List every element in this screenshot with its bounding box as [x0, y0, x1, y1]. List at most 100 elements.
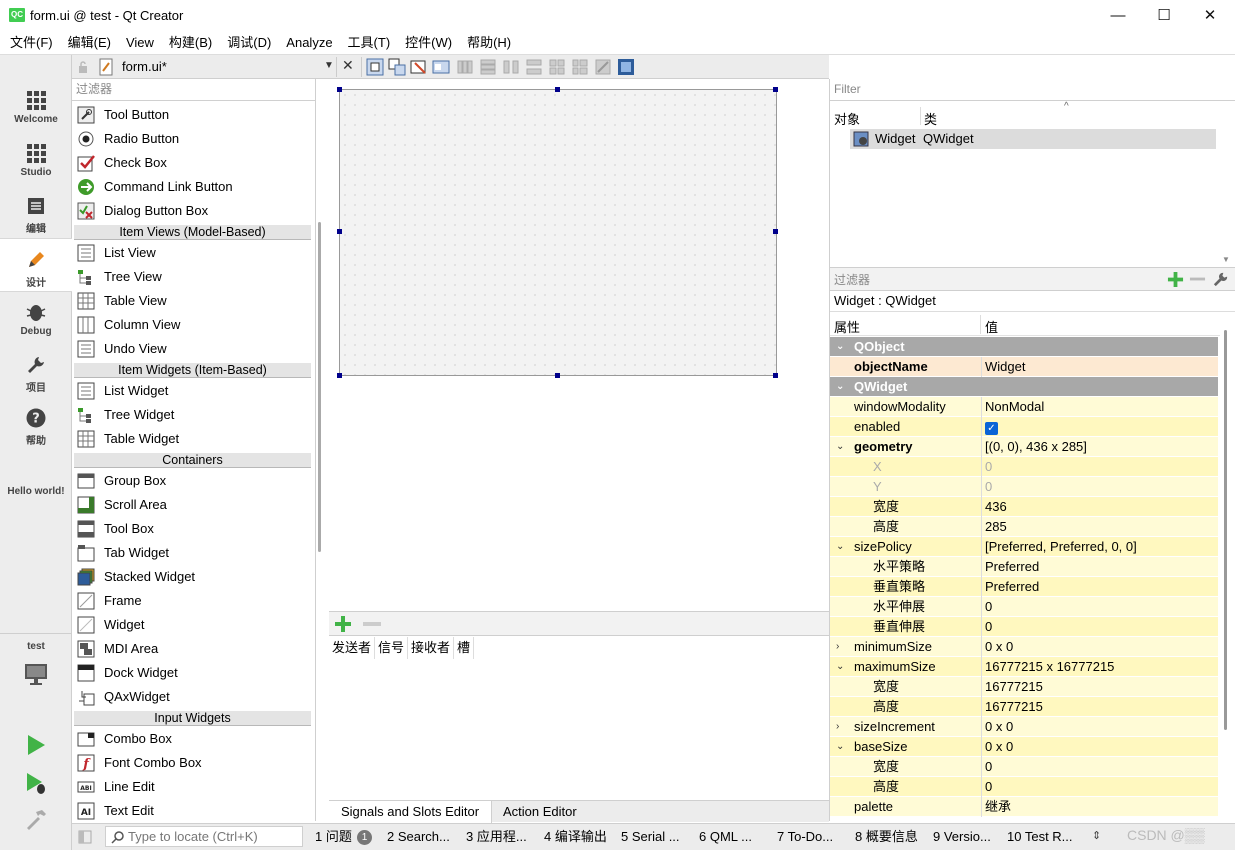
resize-handle[interactable]: [555, 87, 560, 92]
column-slot[interactable]: 槽: [454, 637, 475, 659]
menu-view[interactable]: View: [126, 32, 154, 54]
widget-mdi-area[interactable]: MDI Area: [72, 637, 312, 661]
property-value[interactable]: 0: [981, 477, 1218, 497]
resize-handle[interactable]: [773, 87, 778, 92]
widget-scroll-area[interactable]: Scroll Area: [72, 493, 312, 517]
layout-v-splitter-icon[interactable]: [525, 58, 543, 76]
widget-table-widget[interactable]: Table Widget: [72, 427, 312, 451]
property-row[interactable]: ⌄ sizePolicy [Preferred, Preferred, 0, 0]: [830, 537, 1218, 557]
mode-edit[interactable]: 编辑: [0, 191, 72, 243]
menu-widgets[interactable]: 控件(W): [405, 32, 452, 54]
property-value[interactable]: Preferred: [981, 557, 1218, 577]
menu-build[interactable]: 构建(B): [169, 32, 212, 54]
property-value[interactable]: 0 x 0: [981, 637, 1218, 657]
layout-form-icon[interactable]: [571, 58, 589, 76]
menu-analyze[interactable]: Analyze: [286, 32, 332, 54]
property-row[interactable]: ⌄ geometry [(0, 0), 436 x 285]: [830, 437, 1218, 457]
property-value[interactable]: 0: [981, 597, 1218, 617]
menu-help[interactable]: 帮助(H): [467, 32, 511, 54]
property-row[interactable]: enabled ✓: [830, 417, 1218, 437]
layout-vertical-icon[interactable]: [479, 58, 497, 76]
widget-frame[interactable]: Frame: [72, 589, 312, 613]
widget-group-box[interactable]: Group Box: [72, 469, 312, 493]
widget-font-combo-box[interactable]: f Font Combo Box: [72, 751, 312, 775]
toggle-sidebar-icon[interactable]: [78, 830, 92, 844]
widget-combo-box[interactable]: Combo Box: [72, 727, 312, 751]
chevron-down-icon[interactable]: ▼: [324, 60, 334, 71]
menu-debug[interactable]: 调试(D): [227, 32, 271, 54]
widget-tool-button[interactable]: Tool Button: [72, 103, 312, 127]
widget-radio-button[interactable]: Radio Button: [72, 127, 312, 151]
debug-run-icon[interactable]: [24, 771, 48, 795]
mode-studio[interactable]: Studio: [0, 138, 72, 190]
property-value[interactable]: 0: [981, 617, 1218, 637]
property-row[interactable]: › minimumSize 0 x 0: [830, 637, 1218, 657]
pane-test-results[interactable]: 10 Test R...: [1007, 827, 1073, 847]
property-row[interactable]: Y0: [830, 477, 1218, 497]
close-document-icon[interactable]: ✕: [342, 57, 354, 74]
widget-box-scrollbar[interactable]: [318, 222, 321, 552]
widget-command-link-button[interactable]: Command Link Button: [72, 175, 312, 199]
pane-issues[interactable]: 1 问题: [315, 827, 352, 847]
widget-qaxwidget[interactable]: QAxWidget: [72, 685, 312, 709]
remove-connection-icon[interactable]: [362, 615, 382, 633]
widget-text-edit[interactable]: AI Text Edit: [72, 799, 312, 823]
remove-property-icon[interactable]: [1189, 271, 1206, 288]
tab-action-editor[interactable]: Action Editor: [491, 801, 589, 823]
property-section[interactable]: ⌄ QWidget: [830, 377, 1218, 397]
property-row[interactable]: 宽度 436: [830, 497, 1218, 517]
widget-list-widget[interactable]: List Widget: [72, 379, 312, 403]
edit-widgets-icon[interactable]: [366, 58, 384, 76]
open-file-name[interactable]: form.ui*: [122, 59, 167, 74]
mode-design[interactable]: 设计: [0, 238, 72, 292]
property-row[interactable]: objectName Widget: [830, 357, 1218, 377]
up-down-arrow-icon[interactable]: ⇕: [1092, 829, 1101, 842]
pane-compile-output[interactable]: 4 编译输出: [544, 827, 607, 847]
property-value[interactable]: 16777215: [981, 677, 1218, 697]
property-row[interactable]: 高度 285: [830, 517, 1218, 537]
widget-widget[interactable]: Widget: [72, 613, 312, 637]
property-value[interactable]: [(0, 0), 436 x 285]: [981, 437, 1218, 457]
pane-version-control[interactable]: 9 Versio...: [933, 827, 991, 847]
property-filter-input[interactable]: 过滤器: [834, 271, 870, 288]
object-filter-input[interactable]: Filter: [830, 79, 1235, 101]
widget-column-view[interactable]: Column View: [72, 313, 312, 337]
property-value[interactable]: 0: [981, 757, 1218, 777]
property-row[interactable]: 宽度 16777215: [830, 677, 1218, 697]
object-inspector-scrollbar[interactable]: ▼: [1218, 105, 1233, 265]
category-item-widgets[interactable]: Item Widgets (Item-Based): [74, 362, 311, 378]
category-input-widgets[interactable]: Input Widgets: [74, 710, 311, 726]
widget-check-box[interactable]: Check Box: [72, 151, 312, 175]
menu-tools[interactable]: 工具(T): [348, 32, 391, 54]
widget-tree-view[interactable]: Tree View: [72, 265, 312, 289]
property-row[interactable]: windowModality NonModal: [830, 397, 1218, 417]
property-value[interactable]: 继承: [981, 797, 1218, 817]
property-row[interactable]: 宽度 0: [830, 757, 1218, 777]
property-value[interactable]: 285: [981, 517, 1218, 537]
widget-table-view[interactable]: Table View: [72, 289, 312, 313]
column-signal[interactable]: 信号: [375, 637, 409, 659]
break-layout-icon[interactable]: [594, 58, 612, 76]
property-section[interactable]: ⌄ QObject: [830, 337, 1218, 357]
property-value[interactable]: 0 x 0: [981, 737, 1218, 757]
property-row[interactable]: 垂直策略 Preferred: [830, 577, 1218, 597]
run-icon[interactable]: [24, 733, 48, 757]
close-button[interactable]: ✕: [1187, 0, 1233, 32]
scroll-down-icon[interactable]: ▼: [1222, 255, 1230, 264]
designer-form[interactable]: [339, 89, 777, 376]
widget-stacked-widget[interactable]: Stacked Widget: [72, 565, 312, 589]
mode-debug[interactable]: Debug: [0, 297, 72, 349]
layout-h-splitter-icon[interactable]: [502, 58, 520, 76]
tab-signals-slots-editor[interactable]: Signals and Slots Editor: [329, 801, 493, 823]
property-row[interactable]: ⌄ baseSize 0 x 0: [830, 737, 1218, 757]
property-row[interactable]: 垂直伸展 0: [830, 617, 1218, 637]
minimize-button[interactable]: —: [1095, 0, 1141, 32]
layout-horizontal-icon[interactable]: [456, 58, 474, 76]
property-row[interactable]: › sizeIncrement 0 x 0: [830, 717, 1218, 737]
widget-filter-input[interactable]: 过滤器: [72, 79, 316, 101]
column-class[interactable]: 类: [924, 109, 937, 128]
column-sender[interactable]: 发送者: [329, 637, 376, 659]
property-value[interactable]: 0: [981, 777, 1218, 797]
property-value[interactable]: 16777215 x 16777215: [981, 657, 1218, 677]
pane-serial-terminal[interactable]: 5 Serial ...: [621, 827, 680, 847]
